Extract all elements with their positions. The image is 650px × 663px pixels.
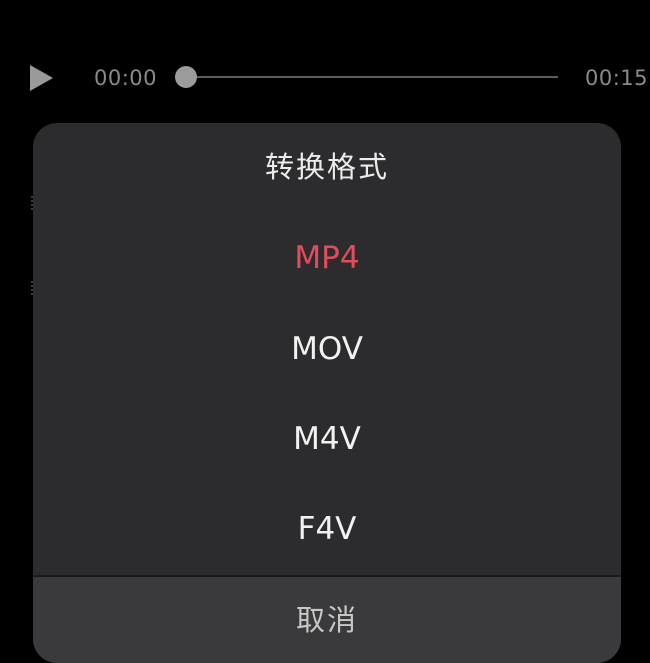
format-option-mov[interactable]: MOV (33, 319, 621, 379)
sheet-title: 转换格式 (264, 150, 389, 184)
media-player-bar: 00:00 00:15 (0, 56, 650, 100)
format-option-f4v[interactable]: F4V (33, 499, 621, 559)
progress-thumb[interactable] (175, 66, 197, 88)
convert-format-sheet: 转换格式 MP4 MOV M4V F4V 取消 (33, 123, 621, 663)
format-option-mp4[interactable]: MP4 (33, 228, 621, 288)
format-option-m4v[interactable]: M4V (33, 409, 621, 469)
play-icon (30, 65, 53, 91)
progress-track[interactable] (175, 66, 558, 88)
cancel-button[interactable]: 取消 (33, 577, 621, 663)
play-button[interactable] (28, 64, 54, 92)
total-time: 00:15 (585, 66, 649, 90)
current-time: 00:00 (94, 66, 158, 90)
